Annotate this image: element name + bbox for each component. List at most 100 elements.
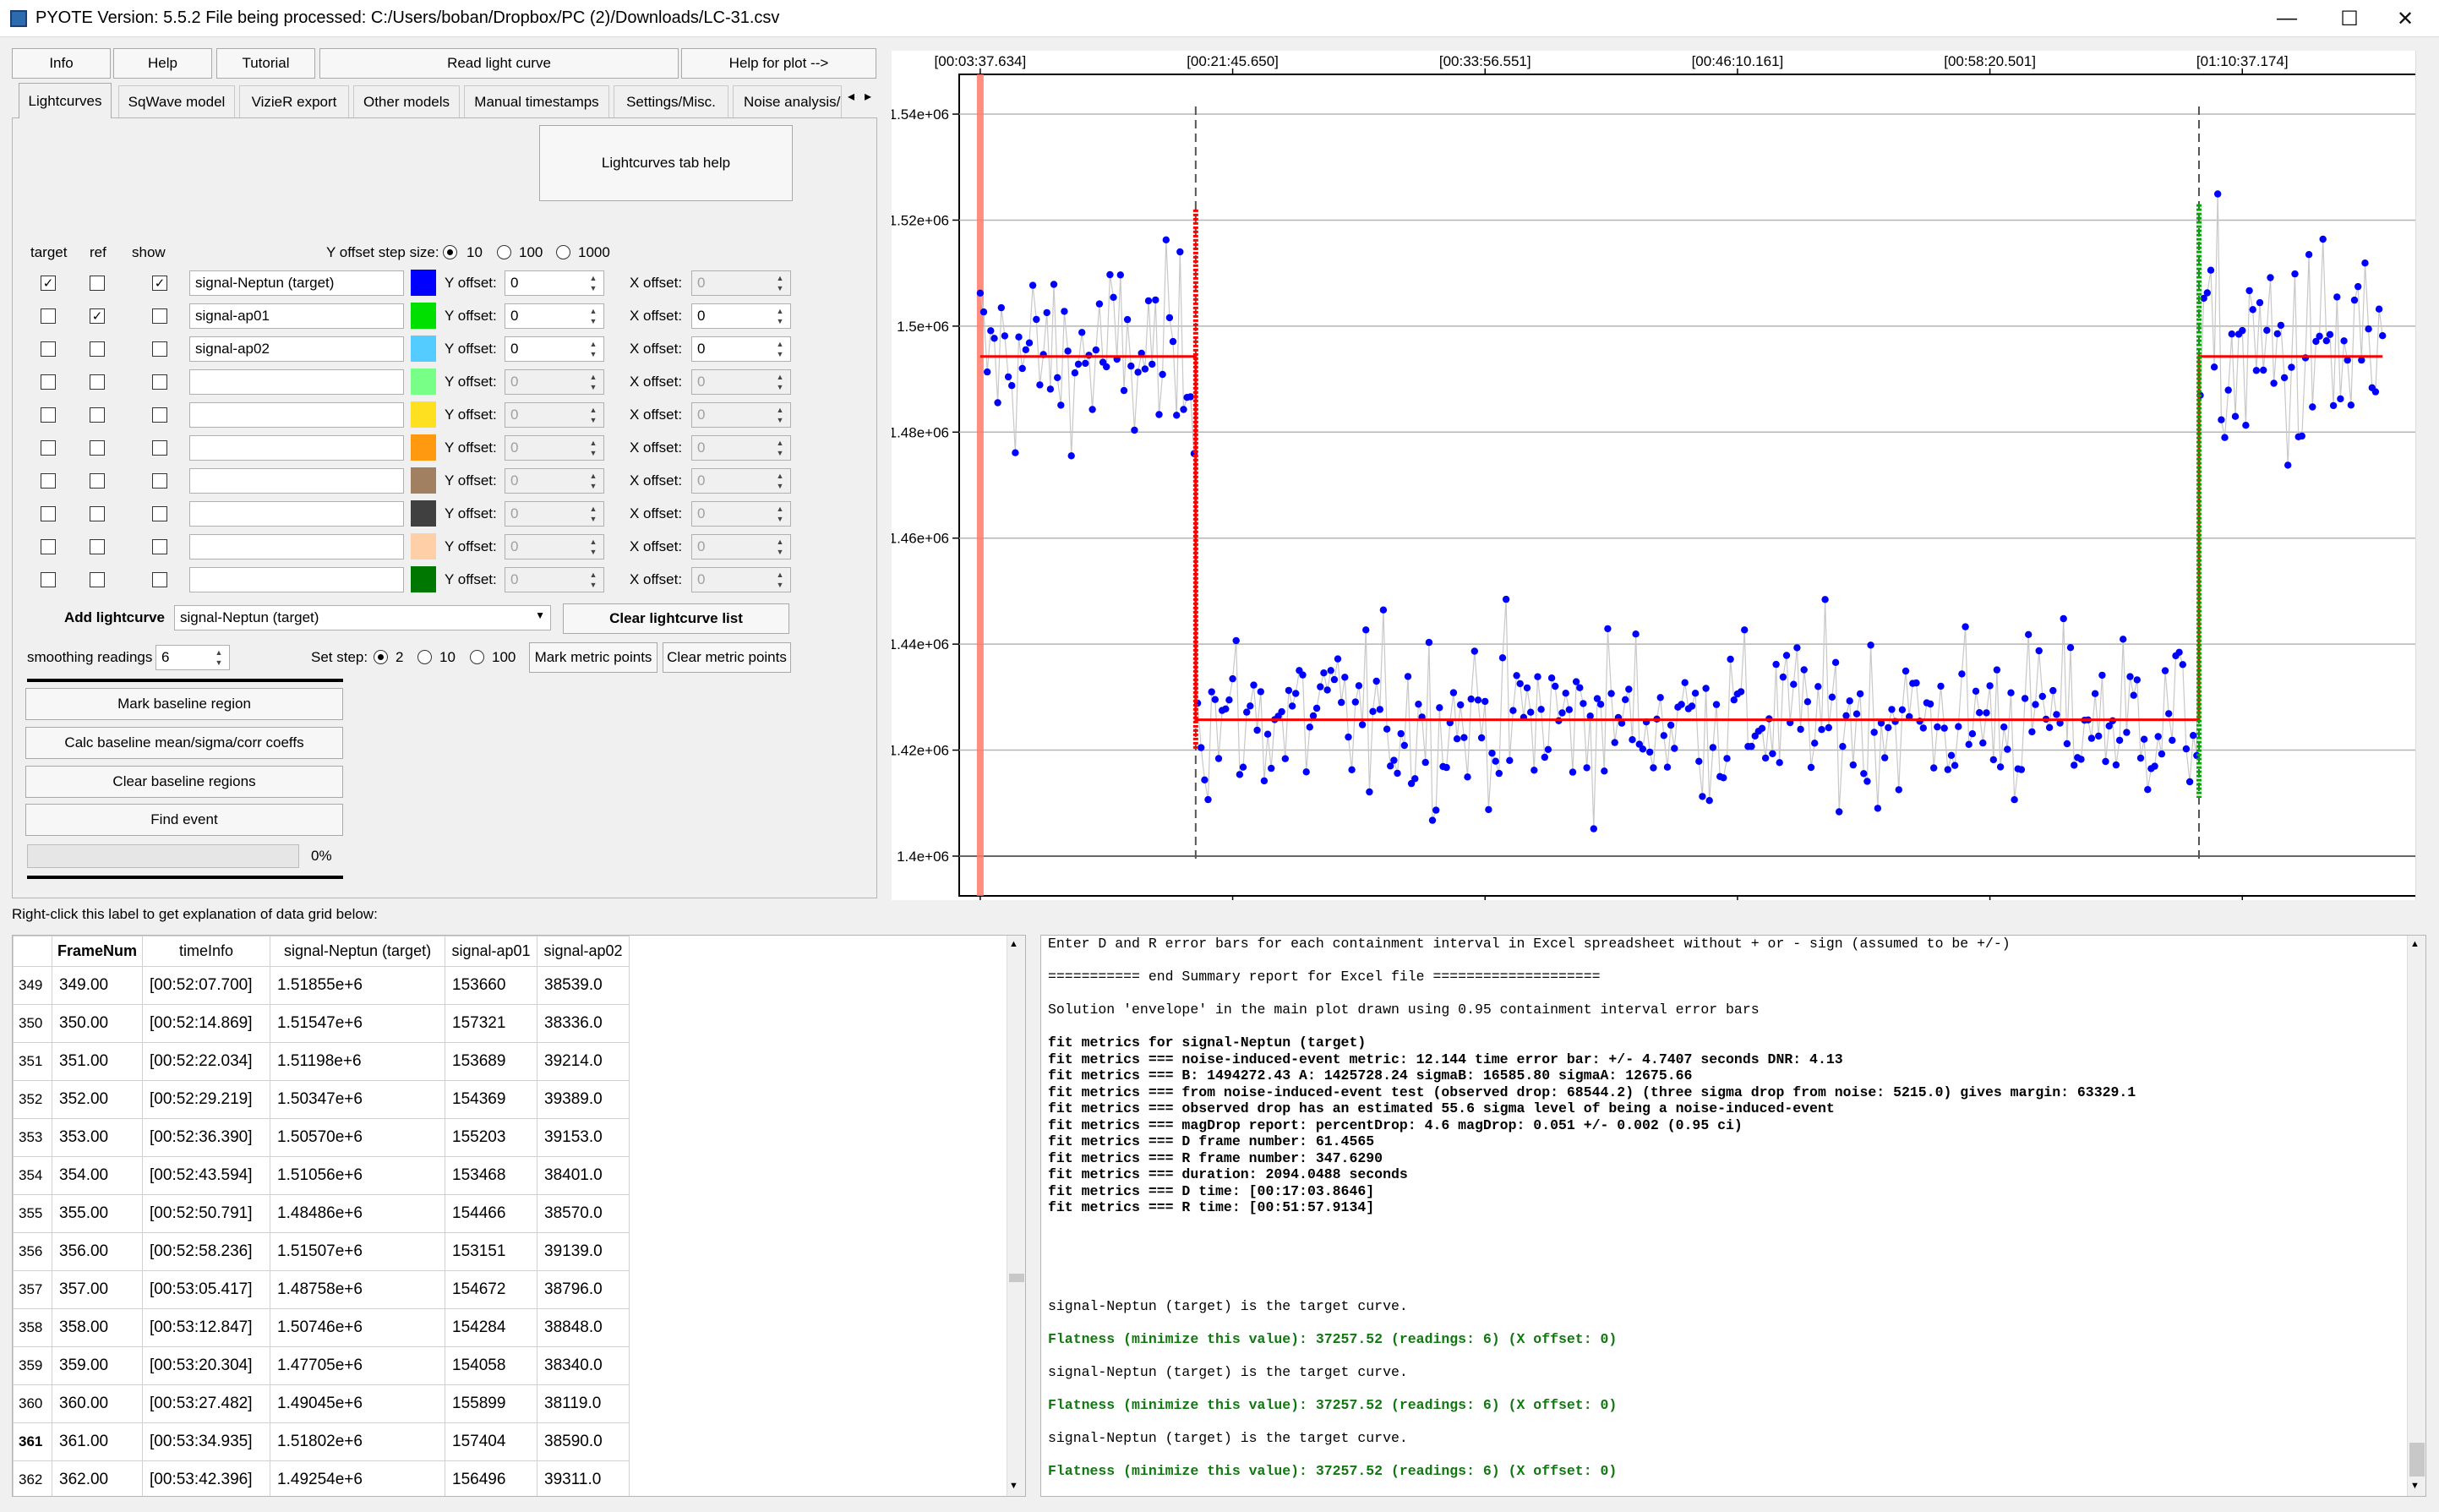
- table-row[interactable]: 357 357.00 [00:53:05.417] 1.48758e+6 154672 3…: [13, 1270, 630, 1309]
- reading-point[interactable]: [2270, 379, 2278, 387]
- lightcurve-name-field[interactable]: [189, 534, 404, 559]
- reading-point[interactable]: [1250, 681, 1258, 689]
- reading-point[interactable]: [2120, 636, 2127, 643]
- reading-point[interactable]: [2365, 325, 2372, 333]
- reading-point[interactable]: [1944, 766, 1951, 773]
- reading-point[interactable]: [2207, 266, 2215, 274]
- show-checkbox[interactable]: [152, 440, 167, 456]
- row-header[interactable]: 356: [13, 1232, 52, 1271]
- lightcurve-name-field[interactable]: [189, 501, 404, 527]
- table-row[interactable]: 352 352.00 [00:52:29.219] 1.50347e+6 154369 3…: [13, 1080, 630, 1119]
- reading-point[interactable]: [2004, 745, 2011, 753]
- reading-point[interactable]: [2028, 728, 2036, 736]
- table-cell[interactable]: [00:53:42.396]: [142, 1460, 271, 1496]
- table-cell[interactable]: 39214.0: [537, 1042, 630, 1081]
- table-row[interactable]: 351 351.00 [00:52:22.034] 1.51198e+6 153689 3…: [13, 1042, 630, 1081]
- reading-point[interactable]: [1807, 763, 1815, 772]
- row-header[interactable]: 353: [13, 1118, 52, 1157]
- reading-point[interactable]: [1934, 723, 1941, 731]
- reading-point[interactable]: [1043, 308, 1050, 317]
- reading-point[interactable]: [990, 335, 998, 342]
- reading-point[interactable]: [1705, 797, 1713, 805]
- scroll-thumb[interactable]: [1009, 1274, 1024, 1282]
- reading-point[interactable]: [2045, 723, 2054, 731]
- table-cell[interactable]: 1.49254e+6: [270, 1460, 446, 1496]
- x-offset-stepper[interactable]: 0 ▲ ▼: [691, 501, 791, 527]
- tutorial-button[interactable]: Tutorial: [216, 48, 315, 79]
- target-checkbox[interactable]: [41, 308, 56, 324]
- reading-point[interactable]: [2182, 745, 2191, 753]
- lightcurve-name-field[interactable]: signal-ap02: [189, 336, 404, 362]
- table-cell[interactable]: [00:53:34.935]: [142, 1422, 271, 1461]
- reading-point[interactable]: [2371, 388, 2380, 396]
- reading-point[interactable]: [1544, 745, 1552, 753]
- table-cell[interactable]: [00:52:29.219]: [142, 1080, 271, 1119]
- table-cell[interactable]: 156496: [445, 1460, 538, 1496]
- reading-point[interactable]: [1590, 825, 1597, 832]
- reading-point[interactable]: [1870, 729, 1878, 736]
- target-checkbox[interactable]: [41, 341, 56, 357]
- table-cell[interactable]: 39311.0: [537, 1460, 630, 1496]
- reading-point[interactable]: [1029, 281, 1037, 289]
- table-cell[interactable]: 154672: [445, 1270, 538, 1309]
- reading-point[interactable]: [2053, 711, 2060, 718]
- reading-point[interactable]: [2032, 701, 2039, 708]
- row-header[interactable]: 352: [13, 1080, 52, 1119]
- reading-point[interactable]: [1369, 707, 1377, 715]
- stepper-arrows-icon[interactable]: ▲ ▼: [772, 405, 788, 425]
- reading-point[interactable]: [1355, 682, 1363, 690]
- reading-point[interactable]: [1428, 816, 1437, 824]
- reading-point[interactable]: [1790, 680, 1798, 688]
- reading-point[interactable]: [1120, 386, 1128, 395]
- reading-point[interactable]: [1449, 689, 1458, 696]
- reading-point[interactable]: [1596, 701, 1605, 708]
- lightcurves-tab-help-button[interactable]: Lightcurves tab help: [539, 125, 793, 201]
- reading-point[interactable]: [2224, 386, 2232, 394]
- target-checkbox[interactable]: [41, 440, 56, 456]
- light-curve-plot-svg[interactable]: 1.4e+06 1.42e+06 1.44e+06 1.46e+06 1.48e+06 1…: [889, 51, 2426, 921]
- ref-checkbox[interactable]: [90, 276, 105, 291]
- reading-point[interactable]: [1253, 726, 1261, 734]
- reading-point[interactable]: [1457, 701, 1465, 709]
- lightcurve-name-field[interactable]: signal-ap01: [189, 303, 404, 329]
- reading-point[interactable]: [1036, 381, 1044, 389]
- row-header[interactable]: 360: [13, 1384, 52, 1423]
- reading-point[interactable]: [2252, 367, 2261, 374]
- reading-point[interactable]: [2337, 395, 2344, 403]
- output-log-scrollbar[interactable]: ▲ ▼: [2407, 936, 2425, 1496]
- reading-point[interactable]: [1022, 346, 1029, 353]
- table-cell[interactable]: [00:53:27.482]: [142, 1384, 271, 1423]
- ref-checkbox[interactable]: [90, 440, 105, 456]
- reading-point[interactable]: [1537, 706, 1545, 713]
- table-cell[interactable]: [00:52:43.594]: [142, 1156, 271, 1195]
- scroll-down-icon[interactable]: ▼: [1009, 1481, 1018, 1491]
- reading-point[interactable]: [1144, 297, 1153, 305]
- reading-point[interactable]: [1498, 654, 1507, 662]
- reading-point[interactable]: [1180, 406, 1187, 413]
- table-row[interactable]: 358 358.00 [00:53:12.847] 1.50746e+6 154284 3…: [13, 1308, 630, 1347]
- reading-point[interactable]: [1955, 723, 1962, 730]
- reading-point[interactable]: [1604, 625, 1612, 633]
- reading-point[interactable]: [1082, 359, 1089, 368]
- tab-vizier-export[interactable]: VizieR export: [239, 85, 349, 117]
- col-header-timeinfo[interactable]: timeInfo: [142, 936, 271, 967]
- lightcurve-name-field[interactable]: [189, 468, 404, 494]
- reading-point[interactable]: [1702, 685, 1710, 692]
- reading-point[interactable]: [1330, 675, 1339, 684]
- reading-point[interactable]: [1523, 684, 1531, 692]
- lightcurve-name-field[interactable]: signal-Neptun (target): [189, 270, 404, 296]
- reading-point[interactable]: [2154, 733, 2162, 740]
- reading-point[interactable]: [1268, 764, 1275, 772]
- ref-checkbox[interactable]: [90, 473, 105, 489]
- stepper-arrows-icon[interactable]: ▲ ▼: [585, 570, 602, 590]
- row-header[interactable]: 350: [13, 1004, 52, 1043]
- stepper-arrows-icon[interactable]: ▲ ▼: [585, 537, 602, 557]
- stepper-arrows-icon[interactable]: ▲ ▼: [585, 372, 602, 392]
- target-checkbox[interactable]: [41, 374, 56, 390]
- x-offset-stepper[interactable]: 0 ▲ ▼: [691, 336, 791, 362]
- set-step-100-radio[interactable]: [470, 650, 484, 664]
- reading-point[interactable]: [1054, 374, 1061, 381]
- stepper-arrows-icon[interactable]: ▲ ▼: [772, 339, 788, 359]
- reading-point[interactable]: [1727, 655, 1734, 663]
- table-cell[interactable]: 1.51198e+6: [270, 1042, 446, 1081]
